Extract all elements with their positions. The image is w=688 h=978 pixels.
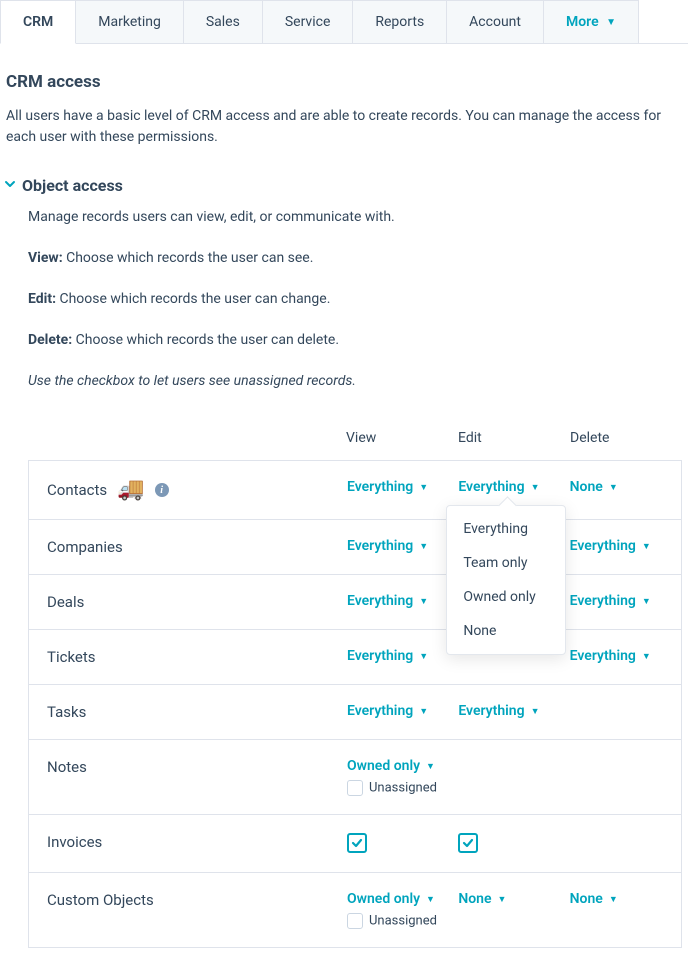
tab-reports[interactable]: Reports — [352, 0, 447, 43]
deals-delete-dropdown[interactable]: Everything▼ — [570, 593, 651, 609]
main-tabs: CRM Marketing Sales Service Reports Acco… — [0, 0, 688, 44]
info-icon[interactable]: i — [155, 483, 169, 497]
tab-account[interactable]: Account — [446, 0, 544, 43]
menu-option-none[interactable]: None — [447, 614, 565, 648]
notes-unassigned-checkbox[interactable]: Unassigned — [347, 780, 437, 796]
row-deals: Deals Everything▼ Everything▼ — [28, 575, 682, 630]
help-edit: Edit: Choose which records the user can … — [28, 289, 682, 310]
object-label: Tickets — [47, 648, 96, 666]
row-contacts: Contacts 🚚 i Everything▼ Everything▼ Eve… — [28, 460, 682, 520]
tickets-delete-dropdown[interactable]: Everything▼ — [570, 648, 651, 664]
object-label: Notes — [47, 758, 87, 776]
row-notes: Notes Owned only▼ Unassigned — [28, 740, 682, 815]
object-label: Invoices — [47, 833, 102, 851]
col-view: View — [346, 430, 458, 446]
caret-down-icon: ▼ — [419, 596, 428, 607]
tasks-view-dropdown[interactable]: Everything▼ — [347, 703, 428, 719]
col-delete: Delete — [570, 430, 682, 446]
tab-more[interactable]: More ▼ — [543, 0, 639, 43]
caret-down-icon: ▼ — [531, 482, 540, 493]
truck-icon: 🚚 — [117, 479, 144, 501]
menu-option-everything[interactable]: Everything — [447, 512, 565, 546]
deals-view-dropdown[interactable]: Everything▼ — [347, 593, 428, 609]
menu-option-owned-only[interactable]: Owned only — [447, 580, 565, 614]
tab-crm[interactable]: CRM — [0, 0, 76, 44]
invoices-edit-checkbox[interactable] — [458, 833, 478, 853]
section-title: Object access — [22, 176, 123, 195]
section-hint: Use the checkbox to let users see unassi… — [28, 371, 682, 392]
section-intro: Manage records users can view, edit, or … — [28, 207, 682, 228]
caret-down-icon: ▼ — [419, 651, 428, 662]
col-edit: Edit — [458, 430, 570, 446]
caret-down-icon: ▼ — [609, 894, 618, 905]
contacts-delete-dropdown[interactable]: None▼ — [570, 479, 618, 495]
menu-option-team-only[interactable]: Team only — [447, 546, 565, 580]
row-invoices: Invoices — [28, 815, 682, 873]
chevron-down-icon: ▼ — [606, 17, 616, 28]
caret-down-icon: ▼ — [419, 482, 428, 493]
caret-down-icon: ▼ — [419, 541, 428, 552]
tab-service[interactable]: Service — [262, 0, 354, 43]
help-delete: Delete: Choose which records the user ca… — [28, 330, 682, 351]
caret-down-icon: ▼ — [642, 596, 651, 607]
companies-view-dropdown[interactable]: Everything▼ — [347, 538, 428, 554]
page-title: CRM access — [6, 72, 682, 92]
notes-view-dropdown[interactable]: Owned only▼ — [347, 758, 435, 774]
custom-objects-edit-dropdown[interactable]: None▼ — [458, 891, 506, 907]
contacts-view-dropdown[interactable]: Everything▼ — [347, 479, 428, 495]
section-toggle[interactable]: Object access — [4, 176, 682, 195]
caret-down-icon: ▼ — [642, 651, 651, 662]
caret-down-icon: ▼ — [498, 894, 507, 905]
object-label: Companies — [47, 538, 123, 556]
chevron-down-icon — [4, 178, 16, 194]
row-companies: Companies Everything▼ Everything▼ — [28, 520, 682, 575]
custom-objects-unassigned-checkbox[interactable]: Unassigned — [347, 913, 437, 929]
invoices-view-checkbox[interactable] — [347, 833, 367, 853]
contacts-edit-dropdown[interactable]: Everything▼ Everything Team only Owned o… — [458, 479, 539, 495]
companies-delete-dropdown[interactable]: Everything▼ — [570, 538, 651, 554]
object-label: Contacts — [47, 481, 107, 499]
caret-down-icon: ▼ — [642, 541, 651, 552]
caret-down-icon: ▼ — [609, 482, 618, 493]
tickets-view-dropdown[interactable]: Everything▼ — [347, 648, 428, 664]
row-custom-objects: Custom Objects Owned only▼ Unassigned No… — [28, 873, 682, 948]
object-label: Custom Objects — [47, 891, 154, 909]
caret-down-icon: ▼ — [419, 706, 428, 717]
object-label: Tasks — [47, 703, 86, 721]
tab-marketing[interactable]: Marketing — [75, 0, 184, 43]
object-label: Deals — [47, 593, 84, 611]
row-tickets: Tickets Everything▼ Everything▼ — [28, 630, 682, 685]
caret-down-icon: ▼ — [426, 894, 435, 905]
caret-down-icon: ▼ — [426, 761, 435, 772]
custom-objects-view-dropdown[interactable]: Owned only▼ — [347, 891, 435, 907]
custom-objects-delete-dropdown[interactable]: None▼ — [570, 891, 618, 907]
tab-more-label: More — [566, 14, 599, 30]
page-description: All users have a basic level of CRM acce… — [6, 106, 682, 148]
caret-down-icon: ▼ — [531, 706, 540, 717]
table-header: View Edit Delete — [28, 422, 682, 460]
tab-sales[interactable]: Sales — [183, 0, 263, 43]
tasks-edit-dropdown[interactable]: Everything▼ — [458, 703, 539, 719]
dropdown-menu: Everything Team only Owned only None — [446, 505, 566, 655]
help-view: View: Choose which records the user can … — [28, 248, 682, 269]
row-tasks: Tasks Everything▼ Everything▼ — [28, 685, 682, 740]
